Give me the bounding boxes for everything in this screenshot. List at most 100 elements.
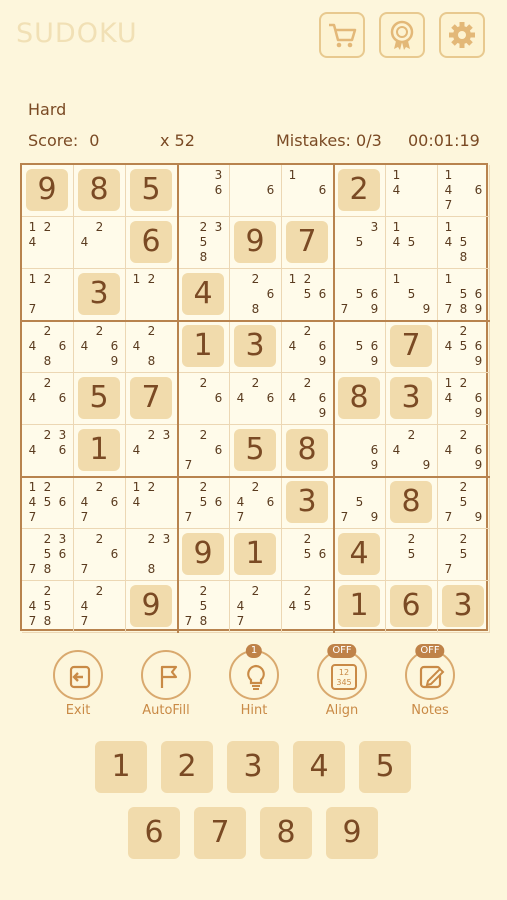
number-key-4[interactable]: 4 (293, 741, 345, 793)
board-cell[interactable]: 268 (230, 269, 282, 321)
board-cell[interactable]: 256 (282, 529, 334, 581)
board-cell[interactable]: 9 (22, 165, 74, 217)
board-cell[interactable]: 23 4 (126, 425, 178, 477)
autofill-button[interactable]: AutoFill (131, 650, 201, 718)
shop-button[interactable] (319, 12, 365, 58)
board-cell[interactable]: 9 (126, 581, 178, 633)
board-cell[interactable]: 245 (282, 581, 334, 633)
board-cell[interactable]: 7 (126, 373, 178, 425)
board-cell[interactable]: 57 9 (334, 477, 386, 529)
board-cell[interactable]: 36 (178, 165, 230, 217)
board-cell[interactable]: 7 (386, 321, 438, 373)
number-key-6[interactable]: 6 (128, 807, 180, 859)
board-cell[interactable]: 7 (282, 217, 334, 269)
board-cell[interactable]: 14 (386, 165, 438, 217)
board-cell[interactable]: 159 (386, 269, 438, 321)
board-cell[interactable]: 257 9 (438, 477, 490, 529)
board-cell[interactable]: 23 8 (126, 529, 178, 581)
board-cell[interactable]: 24569 (438, 321, 490, 373)
board-cell[interactable]: 6 (126, 217, 178, 269)
board-cell[interactable]: 12456 7 (22, 477, 74, 529)
board-cell[interactable]: 3 (438, 581, 490, 633)
board-cell[interactable]: 24578 (22, 581, 74, 633)
board-cell[interactable]: 23 4 6 (22, 425, 74, 477)
exit-button[interactable]: Exit (43, 650, 113, 718)
board-cell[interactable]: 1256 (282, 269, 334, 321)
board-cell[interactable]: 24 6 (22, 373, 74, 425)
board-cell[interactable]: 12 7 (22, 269, 74, 321)
board-cell[interactable]: 24 69 (282, 373, 334, 425)
board-cell[interactable]: 5 (230, 425, 282, 477)
board-cell[interactable]: 1 (230, 529, 282, 581)
board-cell[interactable]: 247 (74, 581, 126, 633)
board-cell[interactable]: 5 (74, 373, 126, 425)
board-cell[interactable]: 26 7 (178, 425, 230, 477)
number-key-7[interactable]: 7 (194, 807, 246, 859)
board-cell[interactable]: 26 (178, 373, 230, 425)
board-cell[interactable]: 247 (230, 581, 282, 633)
board-cell[interactable]: 2358 (178, 217, 230, 269)
board-cell[interactable]: 24 6 7 (74, 477, 126, 529)
board-cell[interactable]: 6 (230, 165, 282, 217)
board-cell[interactable]: 24 6 (230, 373, 282, 425)
board-cell[interactable]: 124 (126, 477, 178, 529)
board-cell[interactable]: 1 (74, 425, 126, 477)
board-cell[interactable]: 56 7 9 (334, 269, 386, 321)
notes-button[interactable]: OFF Notes (395, 644, 465, 718)
board-cell[interactable]: 24 6 7 (230, 477, 282, 529)
board-cell[interactable]: 569 (334, 321, 386, 373)
board-cell[interactable]: 257 (438, 529, 490, 581)
number-key-3[interactable]: 3 (227, 741, 279, 793)
board-cell[interactable]: 9 (230, 217, 282, 269)
align-button[interactable]: OFF 12 345 Align (307, 644, 377, 718)
achievements-button[interactable] (379, 12, 425, 58)
board-cell[interactable]: 124 (22, 217, 74, 269)
board-cell[interactable]: 35 (334, 217, 386, 269)
board-cell[interactable]: 25 (386, 529, 438, 581)
board-cell[interactable]: 8 (74, 165, 126, 217)
board-cell[interactable]: 9 (178, 529, 230, 581)
board-cell[interactable]: 2356 78 (22, 529, 74, 581)
board-cell[interactable]: 3 (74, 269, 126, 321)
board-cell[interactable]: 14 6 7 (438, 165, 490, 217)
board-cell[interactable]: 24 9 (386, 425, 438, 477)
hint-button[interactable]: 1 Hint (219, 644, 289, 718)
board-cell[interactable]: 2578 (178, 581, 230, 633)
board-cell[interactable]: 156 789 (438, 269, 490, 321)
board-cell[interactable]: 4 (178, 269, 230, 321)
settings-button[interactable] (439, 12, 485, 58)
board-cell[interactable]: 6 (386, 581, 438, 633)
board-cell[interactable]: 24 69 (438, 425, 490, 477)
board-cell[interactable]: 248 (126, 321, 178, 373)
board-cell[interactable]: 24 69 (282, 321, 334, 373)
board-cell[interactable]: 256 7 (178, 477, 230, 529)
board-cell[interactable]: 1 (334, 581, 386, 633)
board-cell[interactable]: 26 7 (74, 529, 126, 581)
board-cell[interactable]: 4 (334, 529, 386, 581)
number-key-1[interactable]: 1 (95, 741, 147, 793)
board-cell[interactable]: 1458 (438, 217, 490, 269)
board-cell[interactable]: 3 (386, 373, 438, 425)
board-cell[interactable]: 8 (386, 477, 438, 529)
board-cell[interactable]: 8 (282, 425, 334, 477)
board-cell[interactable]: 1 (178, 321, 230, 373)
board-cell[interactable]: 2 (334, 165, 386, 217)
board-cell[interactable]: 3 (230, 321, 282, 373)
board-cell[interactable]: 3 (282, 477, 334, 529)
board-cell[interactable]: 16 (282, 165, 334, 217)
board-cell[interactable]: 12 (126, 269, 178, 321)
board-cell[interactable]: 124 69 (438, 373, 490, 425)
number-key-9[interactable]: 9 (326, 807, 378, 859)
number-key-2[interactable]: 2 (161, 741, 213, 793)
board-cell[interactable]: 5 (126, 165, 178, 217)
action-circle (53, 650, 103, 700)
board-cell[interactable]: 8 (334, 373, 386, 425)
board-cell[interactable]: 24 69 (74, 321, 126, 373)
board-cell[interactable]: 69 (334, 425, 386, 477)
number-key-8[interactable]: 8 (260, 807, 312, 859)
number-key-5[interactable]: 5 (359, 741, 411, 793)
board-cell[interactable]: 24 68 (22, 321, 74, 373)
pencil-note: 7 (236, 510, 245, 524)
board-cell[interactable]: 145 (386, 217, 438, 269)
board-cell[interactable]: 24 (74, 217, 126, 269)
